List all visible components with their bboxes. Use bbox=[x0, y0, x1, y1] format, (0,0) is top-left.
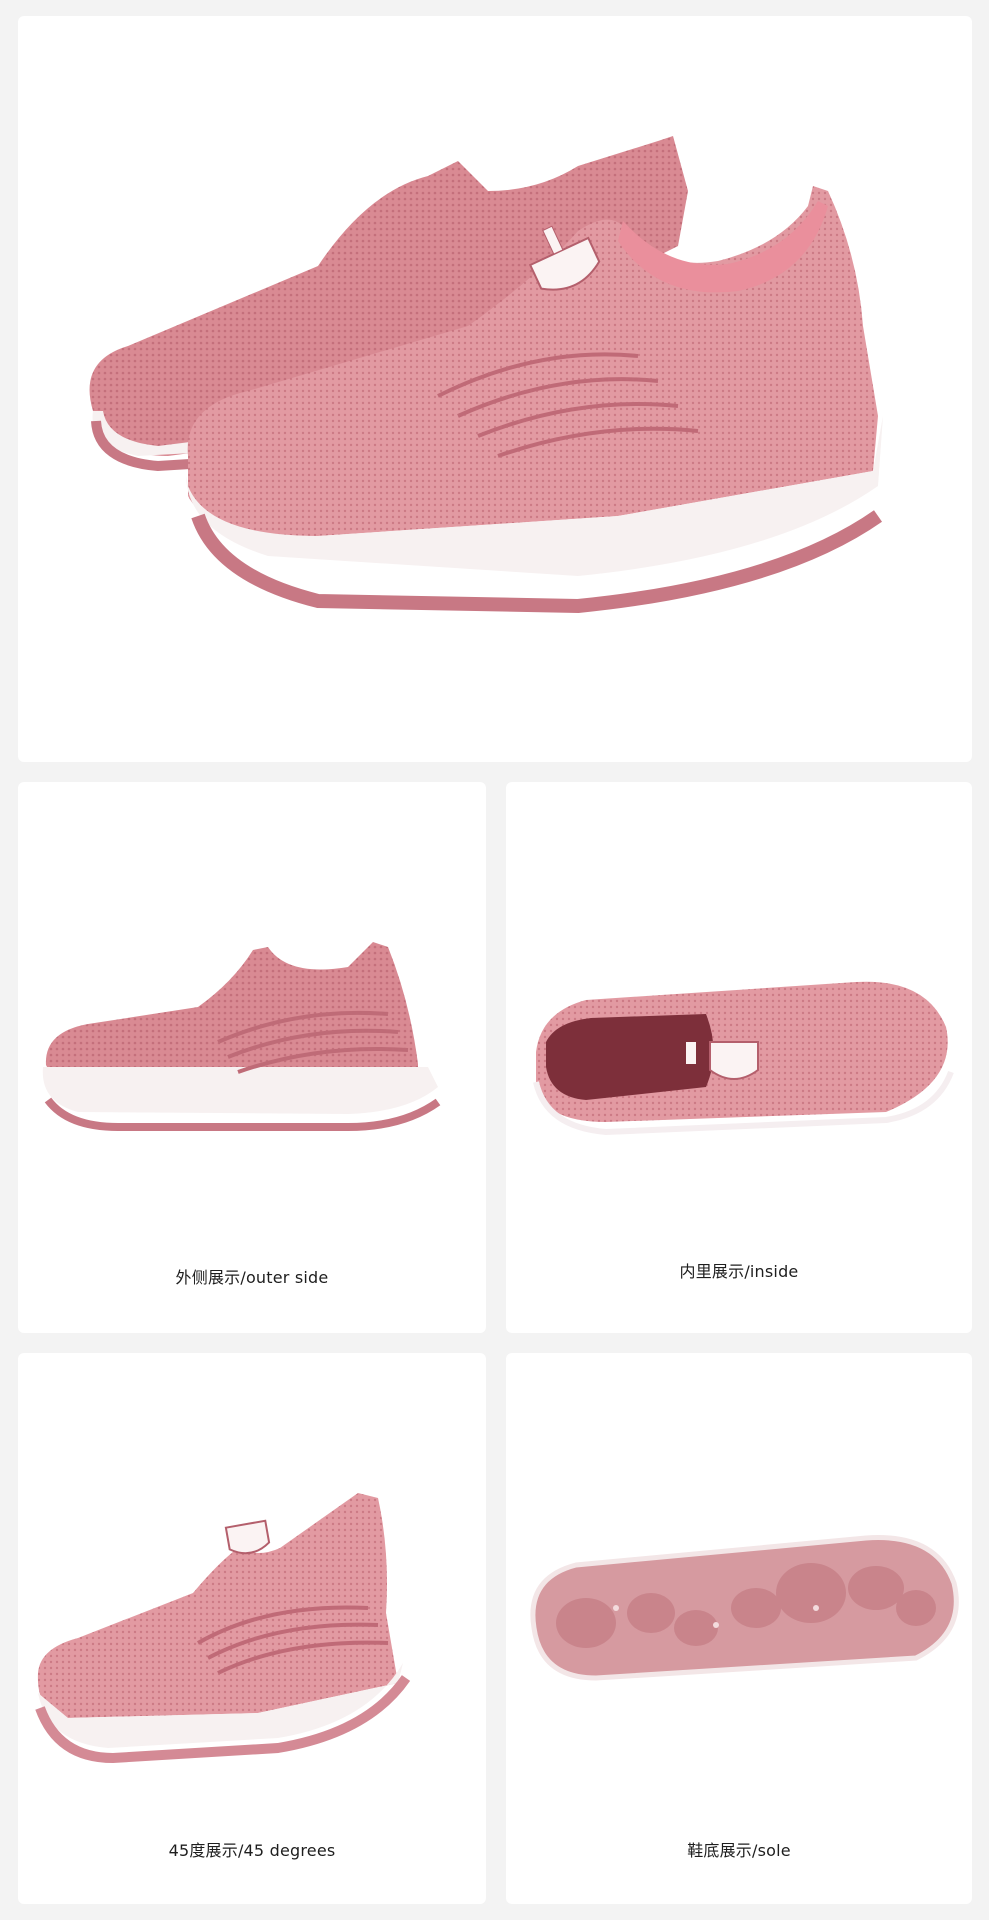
pink-shoes-pair-image bbox=[89, 136, 883, 614]
tile-caption: 45度展示/45 degrees bbox=[168, 1841, 336, 1860]
shoe-45-degree-image bbox=[35, 1493, 411, 1764]
shoe-outer-side-image bbox=[42, 942, 441, 1131]
shoe-inside-view-image bbox=[533, 981, 954, 1136]
tile-inside: 内里展示/inside bbox=[506, 782, 972, 1333]
shoe-sole-image bbox=[530, 1535, 959, 1681]
hero-image-card bbox=[18, 16, 972, 762]
tile-caption: 外侧展示/outer side bbox=[175, 1268, 329, 1287]
tile-sole: 鞋底展示/sole bbox=[506, 1353, 972, 1904]
tile-45-degrees: 45度展示/45 degrees bbox=[18, 1353, 486, 1904]
tile-caption: 内里展示/inside bbox=[679, 1262, 799, 1281]
tile-outer-side: 外侧展示/outer side bbox=[18, 782, 486, 1333]
tile-caption: 鞋底展示/sole bbox=[687, 1841, 791, 1860]
product-detail-page: 外侧展示/outer side 内里展示/inside 45度展示/45 deg… bbox=[0, 0, 989, 1920]
